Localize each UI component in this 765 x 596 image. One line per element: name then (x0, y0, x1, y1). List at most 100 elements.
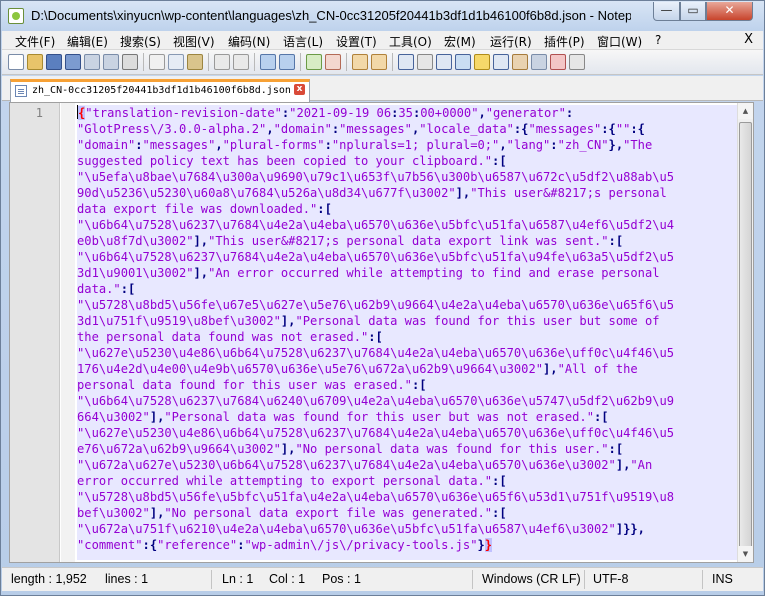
code-line[interactable]: 3d1\u751f\u9519\u8bef\u3002"],"Personal … (77, 313, 739, 329)
status-separator (584, 570, 585, 589)
menu-macro[interactable]: 宏(M) (444, 33, 476, 50)
menu-edit[interactable]: 编辑(E) (67, 33, 108, 50)
tab-close-icon[interactable]: x (294, 84, 305, 95)
vertical-scrollbar[interactable]: ▲ ▼ (737, 103, 753, 562)
menu-plugins[interactable]: 插件(P) (544, 33, 585, 50)
minimize-button[interactable]: — (653, 2, 680, 21)
code-line[interactable]: e76\u672a\u62b9\u9664\u3002"],"No person… (77, 441, 739, 457)
toolbar-separator (300, 53, 301, 71)
document-map-icon[interactable] (474, 54, 490, 70)
menu-search[interactable]: 搜索(S) (120, 33, 161, 50)
notepad-plus-plus-app-icon[interactable] (8, 8, 24, 24)
status-eol[interactable]: Windows (CR LF) (482, 572, 581, 586)
sync-horizontal-icon[interactable] (371, 54, 387, 70)
sync-vertical-icon[interactable] (352, 54, 368, 70)
toolbar-separator (143, 53, 144, 71)
code-line[interactable]: "\u672a\u751f\u6210\u4e2a\u4eba\u6570\u6… (77, 521, 739, 537)
tab-document[interactable]: zh_CN-0cc31205f20441b3df1d1b46100f6b8d.j… (10, 79, 310, 102)
code-line[interactable]: 664\u3002"],"Personal data was found for… (77, 409, 739, 425)
code-area[interactable]: {"translation-revision-date":"2021-09-19… (77, 105, 739, 560)
word-wrap-icon[interactable] (398, 54, 414, 70)
notepad-plus-plus-window: D:\Documents\xinyucn\wp-content\language… (0, 0, 765, 596)
menu-bar: 文件(F) 编辑(E) 搜索(S) 视图(V) 编码(N) 语言(L) 设置(T… (2, 31, 763, 50)
open-file-icon[interactable] (27, 54, 43, 70)
stop-record-icon[interactable] (569, 54, 585, 70)
code-line[interactable]: "comment":{"reference":"wp-admin\/js\/pr… (77, 537, 739, 553)
menu-file[interactable]: 文件(F) (15, 33, 55, 50)
close-icon[interactable] (84, 54, 100, 70)
code-line[interactable]: "domain":"messages","plural-forms":"nplu… (77, 137, 739, 153)
menu-encoding[interactable]: 编码(N) (228, 33, 270, 50)
scroll-up-arrow-icon[interactable]: ▲ (738, 103, 753, 119)
folder-as-workspace-icon[interactable] (512, 54, 528, 70)
scrollbar-thumb[interactable] (739, 122, 752, 560)
code-line[interactable]: "\u5728\u8bd5\u56fe\u5bfc\u51fa\u4e2a\u4… (77, 489, 739, 505)
code-line[interactable]: 176\u4e2d\u4e00\u4e9b\u6570\u636e\u5e76\… (77, 361, 739, 377)
status-length: length : 1,952 (11, 572, 87, 586)
print-icon[interactable] (122, 54, 138, 70)
menu-settings[interactable]: 设置(T) (336, 33, 377, 50)
menu-language[interactable]: 语言(L) (283, 33, 323, 50)
code-line[interactable]: "GlotPress\/3.0.0-alpha.2","domain":"mes… (77, 121, 739, 137)
code-line[interactable]: "\u6b64\u7528\u6237\u7684\u6240\u6709\u4… (77, 393, 739, 409)
paste-icon[interactable] (187, 54, 203, 70)
code-line[interactable]: {"translation-revision-date":"2021-09-19… (77, 105, 739, 121)
editor-pane[interactable]: 1 {"translation-revision-date":"2021-09-… (9, 102, 754, 563)
code-line[interactable]: suggested policy text has been copied to… (77, 153, 739, 169)
code-line[interactable]: "\u5efa\u8bae\u7684\u300a\u9690\u79c1\u6… (77, 169, 739, 185)
fold-margin[interactable] (61, 103, 75, 562)
new-file-icon[interactable] (8, 54, 24, 70)
toolbar-separator (254, 53, 255, 71)
redo-icon[interactable] (233, 54, 249, 70)
toolbar (2, 50, 763, 75)
close-window-button[interactable]: ✕ (706, 2, 753, 21)
title-bar[interactable]: D:\Documents\xinyucn\wp-content\language… (1, 1, 764, 31)
code-line[interactable]: "\u5728\u8bd5\u56fe\u67e5\u627e\u5e76\u6… (77, 297, 739, 313)
toolbar-separator (346, 53, 347, 71)
menu-help[interactable]: ? (655, 33, 661, 47)
status-insert-mode[interactable]: INS (712, 572, 733, 586)
close-all-icon[interactable] (103, 54, 119, 70)
code-line[interactable]: data export file was downloaded.":[ (77, 201, 739, 217)
code-line[interactable]: e0b\u8f7d\u3002"],"This user&#8217;s per… (77, 233, 739, 249)
code-line[interactable]: the personal data found was not erased."… (77, 329, 739, 345)
save-icon[interactable] (46, 54, 62, 70)
undo-icon[interactable] (214, 54, 230, 70)
status-separator (472, 570, 473, 589)
scroll-down-arrow-icon[interactable]: ▼ (738, 546, 753, 562)
maximize-button[interactable]: ▭ (680, 2, 706, 21)
code-line[interactable]: "\u627e\u5230\u4e86\u6b64\u7528\u6237\u7… (77, 345, 739, 361)
code-line[interactable]: "\u6b64\u7528\u6237\u7684\u4e2a\u4eba\u6… (77, 217, 739, 233)
code-line[interactable]: "\u6b64\u7528\u6237\u7684\u4e2a\u4eba\u6… (77, 249, 739, 265)
menu-tools[interactable]: 工具(O) (389, 33, 432, 50)
status-ln: Ln : 1 (222, 572, 254, 586)
code-line[interactable]: 3d1\u9001\u3002"],"An error occurred whi… (77, 265, 739, 281)
zoom-out-icon[interactable] (325, 54, 341, 70)
menu-window[interactable]: 窗口(W) (597, 33, 642, 50)
cut-icon[interactable] (149, 54, 165, 70)
replace-icon[interactable] (279, 54, 295, 70)
code-line[interactable]: error occurred while attempting to expor… (77, 473, 739, 489)
status-encoding[interactable]: UTF-8 (593, 572, 628, 586)
close-document-button[interactable]: X (744, 32, 753, 47)
code-line[interactable]: "\u672a\u627e\u5230\u6b64\u7528\u6237\u7… (77, 457, 739, 473)
indent-guide-icon[interactable] (436, 54, 452, 70)
function-list-icon[interactable] (493, 54, 509, 70)
record-macro-icon[interactable] (550, 54, 566, 70)
code-line[interactable]: data.":[ (77, 281, 739, 297)
find-icon[interactable] (260, 54, 276, 70)
status-pos: Pos : 1 (322, 572, 361, 586)
copy-icon[interactable] (168, 54, 184, 70)
zoom-in-icon[interactable] (306, 54, 322, 70)
code-line[interactable]: "\u627e\u5230\u4e86\u6b64\u7528\u6237\u7… (77, 425, 739, 441)
save-all-icon[interactable] (65, 54, 81, 70)
menu-view[interactable]: 视图(V) (173, 33, 215, 50)
monitor-icon[interactable] (531, 54, 547, 70)
line-number: 1 (35, 106, 43, 120)
code-line[interactable]: 90d\u5236\u5230\u60a8\u7684\u526a\u8d34\… (77, 185, 739, 201)
code-line[interactable]: bef\u3002"],"No personal data export fil… (77, 505, 739, 521)
user-defined-language-icon[interactable] (455, 54, 471, 70)
show-all-chars-icon[interactable] (417, 54, 433, 70)
code-line[interactable]: personal data found for this user was er… (77, 377, 739, 393)
menu-run[interactable]: 运行(R) (490, 33, 532, 50)
